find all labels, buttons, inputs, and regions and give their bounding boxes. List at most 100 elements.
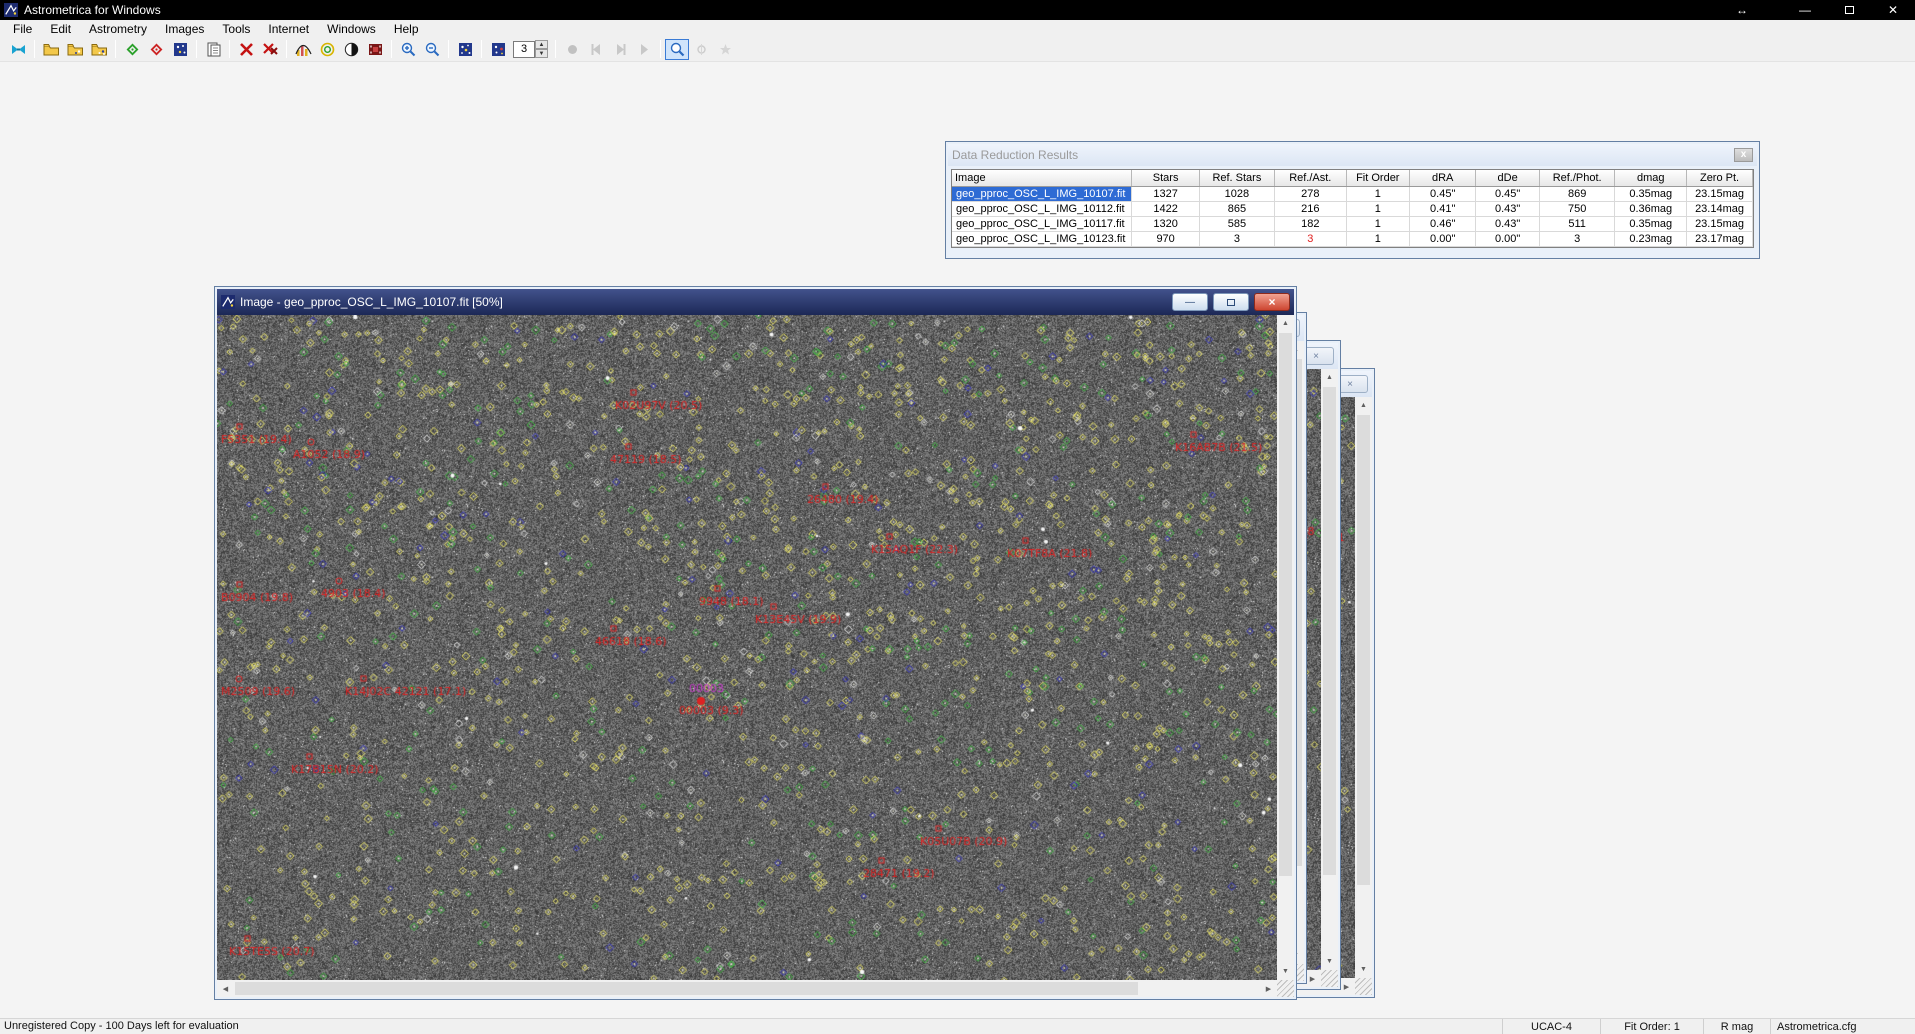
- load-stack-images-button[interactable]: [87, 39, 111, 60]
- known-objects-button[interactable]: [120, 39, 144, 60]
- maximize-button[interactable]: [1827, 0, 1871, 20]
- reject-all-button[interactable]: [258, 39, 282, 60]
- horizontal-scrollbar[interactable]: ◀ ▶: [217, 980, 1277, 997]
- value-cell: 750: [1539, 201, 1615, 216]
- step-back-button: [584, 39, 608, 60]
- frame-number-value[interactable]: 3: [513, 41, 535, 58]
- scroll-up-icon[interactable]: ▲: [1355, 397, 1372, 414]
- value-cell: 182: [1275, 216, 1347, 231]
- results-table: ImageStarsRef. StarsRef./Ast.Fit OrderdR…: [951, 169, 1754, 248]
- menu-edit[interactable]: Edit: [41, 21, 80, 37]
- menu-help[interactable]: Help: [385, 21, 428, 37]
- close-button[interactable]: ✕: [1871, 0, 1915, 20]
- blink-button[interactable]: [486, 39, 510, 60]
- menu-astrometry[interactable]: Astrometry: [80, 21, 156, 37]
- table-row[interactable]: geo_pproc_OSC_L_IMG_10117.fit13205851821…: [952, 216, 1753, 231]
- scroll-up-icon[interactable]: ▲: [1277, 315, 1294, 332]
- results-window-titlebar[interactable]: Data Reduction Results x: [948, 144, 1757, 166]
- zoom-out-icon: [424, 41, 441, 58]
- magnifier-view-button[interactable]: [665, 39, 689, 60]
- star-chart-icon: [457, 41, 474, 58]
- resize-grip[interactable]: [1355, 978, 1372, 995]
- resize-grip[interactable]: [1277, 980, 1294, 997]
- scroll-up-icon[interactable]: ▲: [1321, 369, 1338, 386]
- vertical-scrollbar[interactable]: ▲ ▼: [1321, 369, 1338, 970]
- invert-button[interactable]: [339, 39, 363, 60]
- report-button[interactable]: [201, 39, 225, 60]
- vertical-scrollbar[interactable]: ▲ ▼: [1277, 315, 1294, 980]
- moving-objects-button[interactable]: [144, 39, 168, 60]
- minimize-button[interactable]: —: [1783, 0, 1827, 20]
- column-header[interactable]: Zero Pt.: [1687, 170, 1753, 186]
- menu-images[interactable]: Images: [156, 21, 213, 37]
- status-message: Unregistered Copy - 100 Days left for ev…: [0, 1019, 1502, 1034]
- reject-object-button[interactable]: [234, 39, 258, 60]
- star-chart-button[interactable]: [453, 39, 477, 60]
- app-icon: [221, 295, 235, 309]
- aperture-button[interactable]: [315, 39, 339, 60]
- spin-up-icon[interactable]: ▲: [535, 40, 548, 49]
- load-track-images-icon: [67, 41, 84, 58]
- status-panel-ucac-4: UCAC-4: [1502, 1019, 1600, 1034]
- star-field-image[interactable]: [217, 315, 1277, 980]
- table-row[interactable]: geo_pproc_OSC_L_IMG_10112.fit14228652161…: [952, 201, 1753, 216]
- scroll-down-icon[interactable]: ▼: [1321, 953, 1338, 970]
- table-row[interactable]: geo_pproc_OSC_L_IMG_10107.fit13271028278…: [952, 186, 1753, 201]
- status-panel-fit-order-1: Fit Order: 1: [1600, 1019, 1703, 1034]
- close-button[interactable]: ×: [1254, 293, 1290, 311]
- column-header[interactable]: dDe: [1476, 170, 1539, 186]
- column-header[interactable]: Stars: [1132, 170, 1199, 186]
- image-window-titlebar[interactable]: Image - geo_pproc_OSC_L_IMG_10107.fit [5…: [217, 289, 1294, 315]
- load-images-button[interactable]: [39, 39, 63, 60]
- ccd-settings-button[interactable]: [6, 39, 30, 60]
- restore-button[interactable]: [1213, 293, 1249, 311]
- minimize-button[interactable]: —: [1172, 293, 1208, 311]
- video-button[interactable]: [363, 39, 387, 60]
- table-row[interactable]: geo_pproc_OSC_L_IMG_10123.fit9703310.00"…: [952, 231, 1753, 246]
- menu-tools[interactable]: Tools: [213, 21, 259, 37]
- frame-number-spinner[interactable]: 3▲▼: [513, 40, 548, 58]
- value-cell: 0.00": [1476, 231, 1539, 246]
- scroll-right-icon[interactable]: ▶: [1260, 980, 1277, 997]
- menu-file[interactable]: File: [4, 21, 41, 37]
- column-header[interactable]: dRA: [1410, 170, 1476, 186]
- zoom-in-button[interactable]: [396, 39, 420, 60]
- column-header[interactable]: Ref./Ast.: [1275, 170, 1347, 186]
- step-forward-button: [632, 39, 656, 60]
- zoom-out-button[interactable]: [420, 39, 444, 60]
- spin-down-icon[interactable]: ▼: [535, 49, 548, 58]
- window-title: Astrometrica for Windows: [24, 3, 161, 17]
- results-window-title: Data Reduction Results: [952, 148, 1734, 162]
- menu-internet[interactable]: Internet: [259, 21, 318, 37]
- column-header[interactable]: Ref./Phot.: [1539, 170, 1615, 186]
- image-name-cell: geo_pproc_OSC_L_IMG_10123.fit: [952, 231, 1132, 246]
- star-reference-button[interactable]: [168, 39, 192, 60]
- psf-profile-icon: [295, 41, 312, 58]
- scroll-left-icon[interactable]: ◀: [217, 980, 234, 997]
- negative-view-button: [713, 39, 737, 60]
- close-icon[interactable]: x: [1734, 148, 1753, 162]
- value-cell: 23.15mag: [1687, 186, 1753, 201]
- load-track-images-button[interactable]: [63, 39, 87, 60]
- column-header[interactable]: Image: [952, 170, 1132, 186]
- value-cell: 585: [1199, 216, 1274, 231]
- toolbar-separator: [481, 40, 482, 58]
- scroll-down-icon[interactable]: ▼: [1277, 963, 1294, 980]
- value-cell: 1: [1346, 201, 1409, 216]
- psf-profile-button[interactable]: [291, 39, 315, 60]
- vertical-scrollbar[interactable]: ▲ ▼: [1355, 397, 1372, 978]
- scroll-down-icon[interactable]: ▼: [1355, 961, 1372, 978]
- value-cell: 869: [1539, 186, 1615, 201]
- column-header[interactable]: Fit Order: [1346, 170, 1409, 186]
- resize-grip[interactable]: [1321, 970, 1338, 987]
- image-window[interactable]: Image - geo_pproc_OSC_L_IMG_10107.fit [5…: [214, 286, 1297, 1000]
- menu-windows[interactable]: Windows: [318, 21, 385, 37]
- column-header[interactable]: dmag: [1615, 170, 1687, 186]
- status-panel-r-mag: R mag: [1703, 1019, 1770, 1034]
- star-reference-icon: [172, 41, 189, 58]
- value-cell: 0.35mag: [1615, 216, 1687, 231]
- column-header[interactable]: Ref. Stars: [1199, 170, 1274, 186]
- display-switch-button[interactable]: ↔: [1727, 0, 1757, 20]
- data-reduction-results-window[interactable]: Data Reduction Results x ImageStarsRef. …: [945, 141, 1760, 259]
- toolbar-separator: [196, 40, 197, 58]
